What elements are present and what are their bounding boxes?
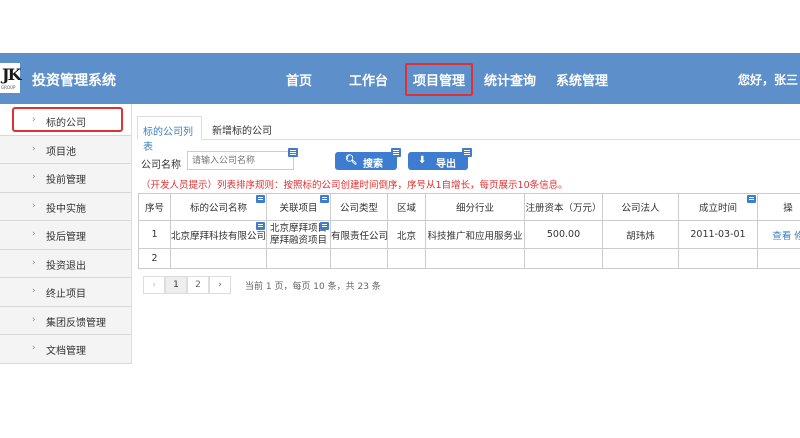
company-name-input[interactable] (187, 151, 294, 170)
header-related-project: 关联项目 (266, 193, 331, 221)
cell-region: 北京 (387, 220, 426, 249)
cell-capital: 500.00 (524, 220, 603, 249)
cell-no: 1 (138, 220, 171, 249)
header-actions: 操 (757, 193, 800, 221)
edit-note-icon[interactable] (320, 222, 329, 230)
chevron-right-icon: › (32, 343, 36, 353)
next-page-button[interactable]: › (209, 276, 231, 294)
header-company-type: 公司类型 (330, 193, 388, 221)
sidebar: › 标的公司 › 项目池 › 投前管理 › 投中实施 › 投后管理 › 投资退出… (0, 107, 131, 364)
sidebar-item-group-feedback[interactable]: › 集团反馈管理 (0, 306, 131, 335)
sidebar-item-post-investment[interactable]: › 投后管理 (0, 221, 131, 250)
header-no: 序号 (138, 193, 171, 221)
cell-no: 2 (138, 248, 171, 269)
export-button[interactable]: ⬇ 导出 (408, 152, 468, 170)
header-founded-date: 成立时间 (678, 193, 758, 221)
header-region: 区域 (387, 193, 426, 221)
cell-company-type: 有限责任公司 (330, 220, 388, 249)
nav-workbench[interactable]: 工作台 (349, 70, 388, 89)
header-company-name: 标的公司名称 (170, 193, 267, 221)
edit-link[interactable]: 修 (794, 231, 800, 242)
company-logo: JK GROUP (0, 63, 22, 93)
cell-founded-date: 2011-03-01 (678, 220, 758, 249)
nav-highlight-box (405, 63, 473, 96)
app-title: 投资管理系统 (32, 73, 116, 89)
nav-system-management[interactable]: 系统管理 (556, 70, 608, 89)
sidebar-item-label: 文档管理 (46, 346, 86, 357)
sidebar-item-label: 项目池 (46, 146, 76, 158)
tab-add-company[interactable]: 新增标的公司 (207, 116, 277, 140)
edit-note-icon[interactable] (288, 148, 298, 157)
logo-subtext: GROUP (1, 85, 16, 90)
header-legal-person: 公司法人 (602, 193, 679, 221)
cell-related-project: 北京摩拜项目 摩拜融资项目 (266, 220, 331, 249)
sidebar-item-label: 投后管理 (46, 232, 86, 243)
edit-note-icon[interactable] (462, 148, 472, 157)
sidebar-item-investment-exit[interactable]: › 投资退出 (0, 249, 131, 278)
sidebar-item-terminated-projects[interactable]: › 终止项目 (0, 278, 131, 307)
page-button-1[interactable]: 1 (165, 276, 187, 294)
sidebar-item-label: 投前管理 (46, 175, 86, 186)
table-row: 1 北京摩拜科技有限公司 北京摩拜项目 摩拜融资项目 有限责任公司 北京 科技推… (138, 220, 800, 249)
cell-industry: 科技推广和应用服务业 (425, 220, 525, 249)
header-industry: 细分行业 (425, 193, 525, 221)
sidebar-item-label: 投中实施 (46, 203, 86, 215)
search-button[interactable]: 🔍︎ 搜索 (335, 152, 397, 170)
edit-note-icon[interactable] (747, 195, 756, 203)
search-label: 公司名称 (141, 160, 181, 171)
chevron-right-icon: › (32, 143, 36, 154)
search-icon: 🔍︎ (345, 155, 358, 166)
project-link[interactable]: 摩拜融资项目 (268, 235, 330, 247)
sidebar-item-label: 终止项目 (46, 289, 86, 300)
sidebar-item-project-pool[interactable]: › 项目池 (0, 135, 131, 164)
edit-note-icon[interactable] (256, 222, 265, 230)
chevron-right-icon: › (32, 229, 36, 239)
header-capital: 注册资本（万元） (524, 193, 603, 221)
logo-mark: JK (2, 65, 22, 84)
sidebar-divider (131, 104, 132, 364)
sidebar-highlight-box (12, 107, 123, 132)
chevron-right-icon: › (32, 314, 36, 325)
developer-hint: （开发人员提示）列表排序规则：按照标的公司创建时间倒序，序号从1自增长，每页展示… (141, 180, 568, 191)
tab-company-list[interactable]: 标的公司列表 (137, 116, 202, 153)
pagination-info: 当前 1 页，每页 10 条，共 23 条 (245, 282, 381, 292)
cell-legal-person: 胡玮炜 (602, 220, 679, 249)
nav-statistics[interactable]: 统计查询 (484, 70, 536, 89)
company-table: 序号 标的公司名称 关联项目 公司类型 区域 细分行业 注册资本（万元） 公司法… (138, 193, 800, 269)
download-icon: ⬇ (418, 155, 427, 166)
chevron-right-icon: › (32, 257, 36, 268)
page-button-2[interactable]: 2 (187, 276, 209, 294)
nav-home[interactable]: 首页 (286, 70, 312, 89)
view-link[interactable]: 查看 (772, 231, 791, 242)
sidebar-item-pre-investment[interactable]: › 投前管理 (0, 164, 131, 193)
sidebar-item-mid-investment[interactable]: › 投中实施 (0, 192, 131, 221)
table-header-row: 序号 标的公司名称 关联项目 公司类型 区域 细分行业 注册资本（万元） 公司法… (138, 193, 800, 221)
edit-note-icon[interactable] (391, 148, 401, 157)
edit-note-icon[interactable] (256, 195, 265, 203)
sidebar-item-label: 集团反馈管理 (46, 317, 106, 329)
user-greeting[interactable]: 您好，张三 (738, 71, 798, 88)
table-row: 2 (138, 248, 800, 269)
content-tabs: 标的公司列表 新增标的公司 (137, 116, 800, 153)
edit-note-icon[interactable] (320, 195, 329, 203)
chevron-right-icon: › (32, 286, 36, 296)
sidebar-item-documents[interactable]: › 文档管理 (0, 335, 131, 364)
sidebar-item-label: 投资退出 (46, 260, 86, 272)
cell-actions: 查看 修 (757, 220, 800, 249)
prev-page-button[interactable]: ‹ (143, 276, 165, 294)
cell-company-name: 北京摩拜科技有限公司 (170, 220, 267, 249)
chevron-right-icon: › (32, 200, 36, 211)
top-navbar: JK GROUP 投资管理系统 首页 工作台 项目管理 统计查询 系统管理 您好… (0, 53, 800, 104)
chevron-right-icon: › (32, 172, 36, 182)
